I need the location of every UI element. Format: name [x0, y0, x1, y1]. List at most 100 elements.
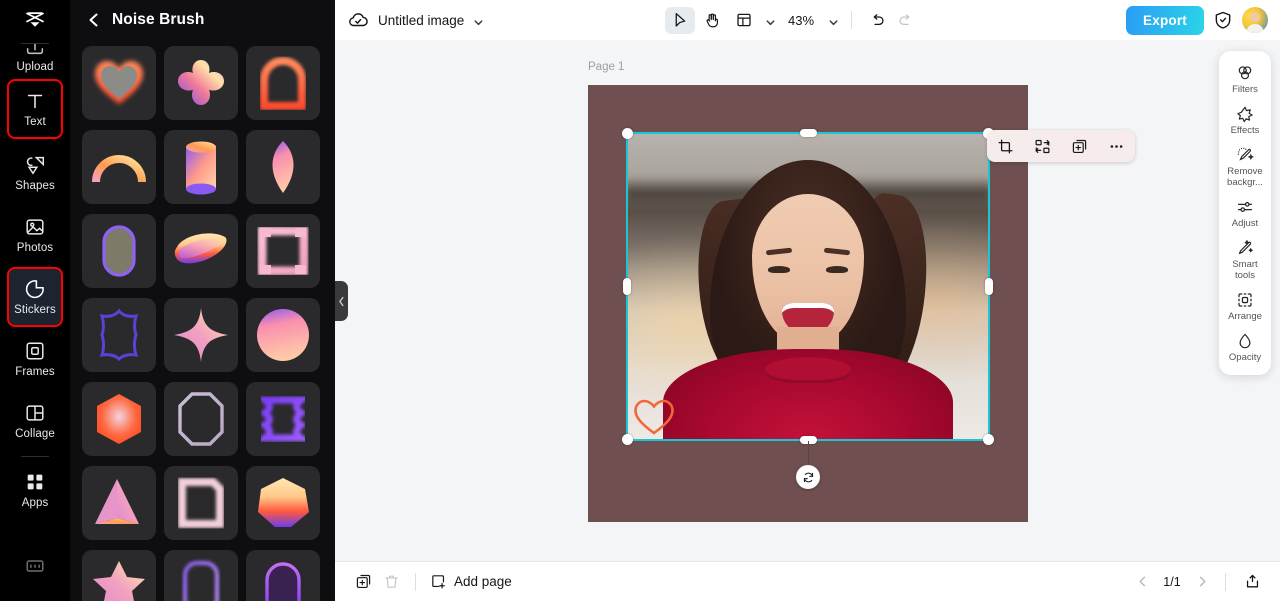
sticker-cylinder[interactable] — [164, 130, 238, 204]
sidebar-item-stickers[interactable]: Stickers — [8, 268, 62, 326]
zoom-chevron-down-icon[interactable] — [828, 15, 839, 26]
sidebar-item-more[interactable] — [8, 537, 62, 595]
panel-adjust[interactable]: Adjust — [1221, 194, 1269, 232]
bottom-bar: Add page 1/1 — [335, 561, 1280, 601]
bottom-divider — [415, 573, 416, 591]
tool-hand[interactable] — [697, 7, 727, 34]
prev-page-button[interactable] — [1131, 571, 1153, 593]
sticker-ribbon[interactable] — [164, 214, 238, 288]
panel-smart-tools[interactable]: Smart tools — [1221, 235, 1269, 284]
panel-effects[interactable]: Effects — [1221, 101, 1269, 139]
export-button[interactable]: Export — [1126, 6, 1204, 35]
toolbar-tools: 43% — [665, 7, 918, 34]
rotate-handle[interactable] — [796, 465, 820, 489]
sticker-sparkle[interactable] — [164, 298, 238, 372]
sticker-heart[interactable] — [82, 46, 156, 120]
sidebar-item-text[interactable]: Text — [8, 80, 62, 138]
capcut-logo-icon[interactable] — [0, 0, 70, 40]
sticker-pyramid[interactable] — [82, 466, 156, 540]
sticker-arch-solid[interactable] — [246, 550, 320, 601]
object-floating-toolbar — [987, 130, 1135, 162]
sticker-heptagon[interactable] — [246, 466, 320, 540]
sticker-wavy[interactable] — [246, 382, 320, 456]
sidebar-item-apps[interactable]: Apps — [8, 461, 62, 519]
sticker-pill[interactable] — [82, 214, 156, 288]
panel-remove-background[interactable]: Remove backgr... — [1221, 142, 1269, 191]
panel-opacity[interactable]: Opacity — [1221, 328, 1269, 366]
tool-select[interactable] — [665, 7, 695, 34]
sticker-circle[interactable] — [246, 298, 320, 372]
avatar-body — [1246, 24, 1264, 33]
sticker-rounded-rect[interactable] — [164, 550, 238, 601]
sticker-frame[interactable] — [246, 214, 320, 288]
panel-item-label: Arrange — [1228, 311, 1262, 322]
sidebar-item-label: Frames — [15, 366, 55, 379]
layout-chevron-down-icon[interactable] — [765, 15, 776, 26]
chevron-down-icon[interactable] — [473, 15, 484, 26]
rail-divider-apps — [21, 456, 49, 457]
add-page-label: Add page — [454, 574, 512, 589]
photo-eye-left — [768, 266, 790, 273]
page-label: Page 1 — [588, 61, 624, 73]
panel-item-label: Adjust — [1232, 218, 1258, 229]
heart-sticker-overlay[interactable] — [633, 398, 675, 436]
apps-grid-icon — [24, 471, 46, 493]
redo-button[interactable] — [892, 7, 918, 33]
sidebar-item-upload[interactable]: Upload — [8, 44, 62, 78]
sidebar-item-label: Collage — [15, 428, 55, 441]
toolbar-divider — [851, 11, 852, 29]
sticker-icon — [24, 278, 46, 300]
sticker-hexagon[interactable] — [82, 382, 156, 456]
selected-image-object[interactable] — [626, 132, 990, 441]
next-page-button[interactable] — [1191, 571, 1213, 593]
shapes-icon — [24, 154, 46, 176]
chevron-left-icon[interactable] — [86, 12, 102, 28]
sticker-quatrefoil[interactable] — [164, 46, 238, 120]
capcut-image-editor: Upload Text Shapes — [0, 0, 1280, 601]
sidebar-item-shapes[interactable]: Shapes — [8, 144, 62, 202]
canvas-stage[interactable]: Page 1 — [335, 40, 1280, 561]
cloud-saved-icon[interactable] — [347, 9, 369, 31]
panel-collapse-handle[interactable] — [335, 281, 348, 321]
avatar-face — [1250, 12, 1260, 22]
panel-arrange[interactable]: Arrange — [1221, 287, 1269, 325]
more-options-button[interactable] — [1104, 133, 1130, 159]
crop-button[interactable] — [993, 133, 1019, 159]
undo-button[interactable] — [864, 7, 890, 33]
top-toolbar: Untitled image — [335, 0, 1280, 40]
sticker-badge[interactable] — [82, 298, 156, 372]
panel-item-label: Filters — [1232, 84, 1258, 95]
sidebar-item-collage[interactable]: Collage — [8, 392, 62, 450]
user-avatar[interactable] — [1242, 7, 1268, 33]
sticker-arc[interactable] — [82, 130, 156, 204]
sticker-star[interactable] — [82, 550, 156, 601]
text-icon — [24, 90, 46, 112]
export-small-button[interactable] — [1238, 568, 1266, 596]
bottom-divider-right — [1225, 573, 1226, 591]
add-page-button[interactable]: Add page — [430, 573, 512, 590]
panel-filters[interactable]: Filters — [1221, 60, 1269, 98]
sticker-octagon[interactable] — [164, 382, 238, 456]
photos-icon — [24, 216, 46, 238]
canvas-page[interactable] — [588, 85, 1028, 522]
duplicate-page-button[interactable] — [349, 568, 377, 596]
toolbar-right: Export — [1126, 6, 1268, 35]
stickers-panel: Noise Brush — [70, 0, 335, 601]
duplicate-button[interactable] — [1067, 133, 1093, 159]
sticker-arch[interactable] — [246, 46, 320, 120]
replace-image-button[interactable] — [1030, 133, 1056, 159]
sticker-rect[interactable] — [164, 466, 238, 540]
sidebar-item-label: Text — [24, 116, 46, 129]
photo-eye-right — [826, 266, 848, 273]
delete-page-button[interactable] — [377, 568, 405, 596]
tool-layout[interactable] — [729, 7, 759, 34]
rotate-stem — [808, 441, 809, 467]
zoom-level[interactable]: 43% — [788, 13, 814, 28]
panel-item-label: Effects — [1231, 125, 1260, 136]
toolbar-left: Untitled image — [347, 9, 484, 31]
sidebar-item-photos[interactable]: Photos — [8, 206, 62, 264]
sticker-leaf[interactable] — [246, 130, 320, 204]
document-title[interactable]: Untitled image — [378, 13, 464, 28]
shield-check-icon[interactable] — [1213, 10, 1233, 30]
sidebar-item-frames[interactable]: Frames — [8, 330, 62, 388]
